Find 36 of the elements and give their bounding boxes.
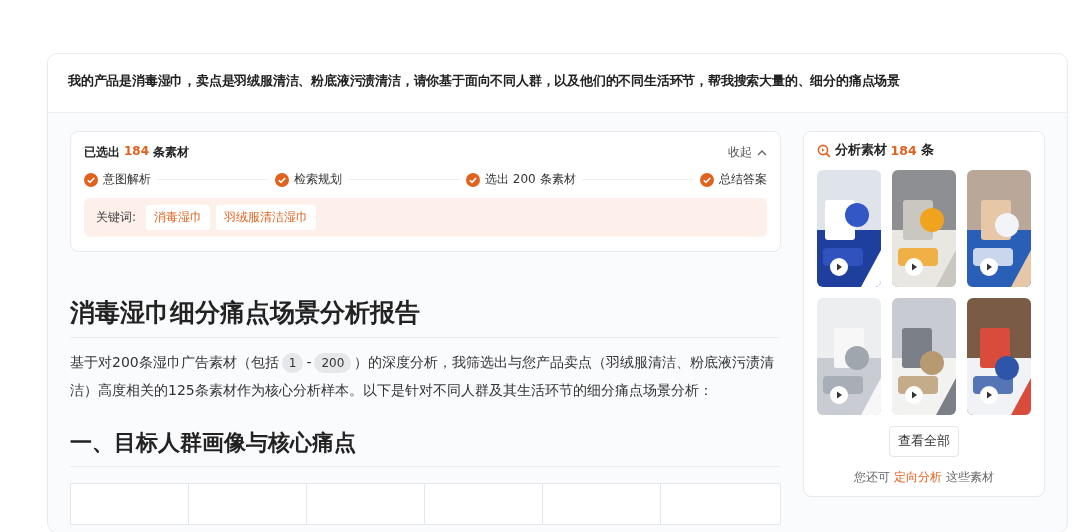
check-icon bbox=[699, 172, 714, 187]
selected-unit: 条素材 bbox=[153, 144, 190, 161]
search-icon bbox=[816, 143, 831, 158]
play-icon bbox=[904, 258, 923, 276]
play-icon bbox=[979, 386, 998, 404]
play-icon bbox=[904, 386, 923, 404]
materials-title: 分析素材 bbox=[834, 142, 887, 159]
step-label: 总结答案 bbox=[718, 171, 767, 188]
report-title: 消毒湿巾细分痛点场景分析报告 bbox=[70, 296, 781, 338]
selected-count: 184 bbox=[124, 144, 150, 160]
reference-chip[interactable]: 1 bbox=[281, 353, 304, 373]
chevron-icon bbox=[756, 149, 767, 156]
section-heading: 一、目标人群画像与核心痛点 bbox=[70, 428, 781, 467]
hint-text: 您还可 bbox=[853, 469, 890, 486]
step-label: 意图解析 bbox=[103, 171, 151, 188]
materials-unit: 条 bbox=[920, 142, 934, 159]
step-label: 选出 200 条素材 bbox=[484, 171, 576, 188]
selected-label: 已选出 bbox=[84, 144, 120, 161]
keywords-label: 关键词: bbox=[96, 209, 137, 226]
check-icon bbox=[275, 172, 289, 187]
keyword-tag[interactable]: 消毒湿巾 bbox=[146, 205, 211, 230]
play-icon bbox=[979, 258, 998, 276]
intro-paragraph: 基于对200条湿巾广告素材（包括 1 - 200 ）的深度分析，我筛选出与您产品卖点（羽绒服清洁、粉底液污渍清洁）高度相关的125条素材作为核心分析样本。以下是针对不同人群及其生活环节的细分痛点场景分析： bbox=[70, 352, 776, 400]
question-text: 我的产品是消毒湿巾，卖点是羽绒服清洁、粉底液污渍清洁，请你基于面向不同人群，以及他们的不同生活环节，帮我搜索大量的、细分的痛点场景 bbox=[68, 72, 901, 90]
materials-count: 184 bbox=[890, 143, 917, 158]
collapse-button[interactable]: 收起 bbox=[727, 144, 767, 161]
hint-text: 这些素材 bbox=[945, 469, 994, 486]
play-icon bbox=[829, 258, 848, 276]
reference-chip[interactable]: 200 bbox=[314, 353, 352, 373]
check-icon bbox=[465, 172, 480, 187]
play-icon bbox=[829, 386, 848, 404]
targeted-analysis-link[interactable]: 定向分析 bbox=[893, 469, 942, 486]
check-icon bbox=[84, 172, 98, 187]
keyword-tag[interactable]: 羽绒服清洁湿巾 bbox=[216, 205, 317, 230]
step-label: 检索规划 bbox=[294, 171, 342, 188]
view-all-button[interactable]: 查看全部 bbox=[888, 426, 959, 457]
